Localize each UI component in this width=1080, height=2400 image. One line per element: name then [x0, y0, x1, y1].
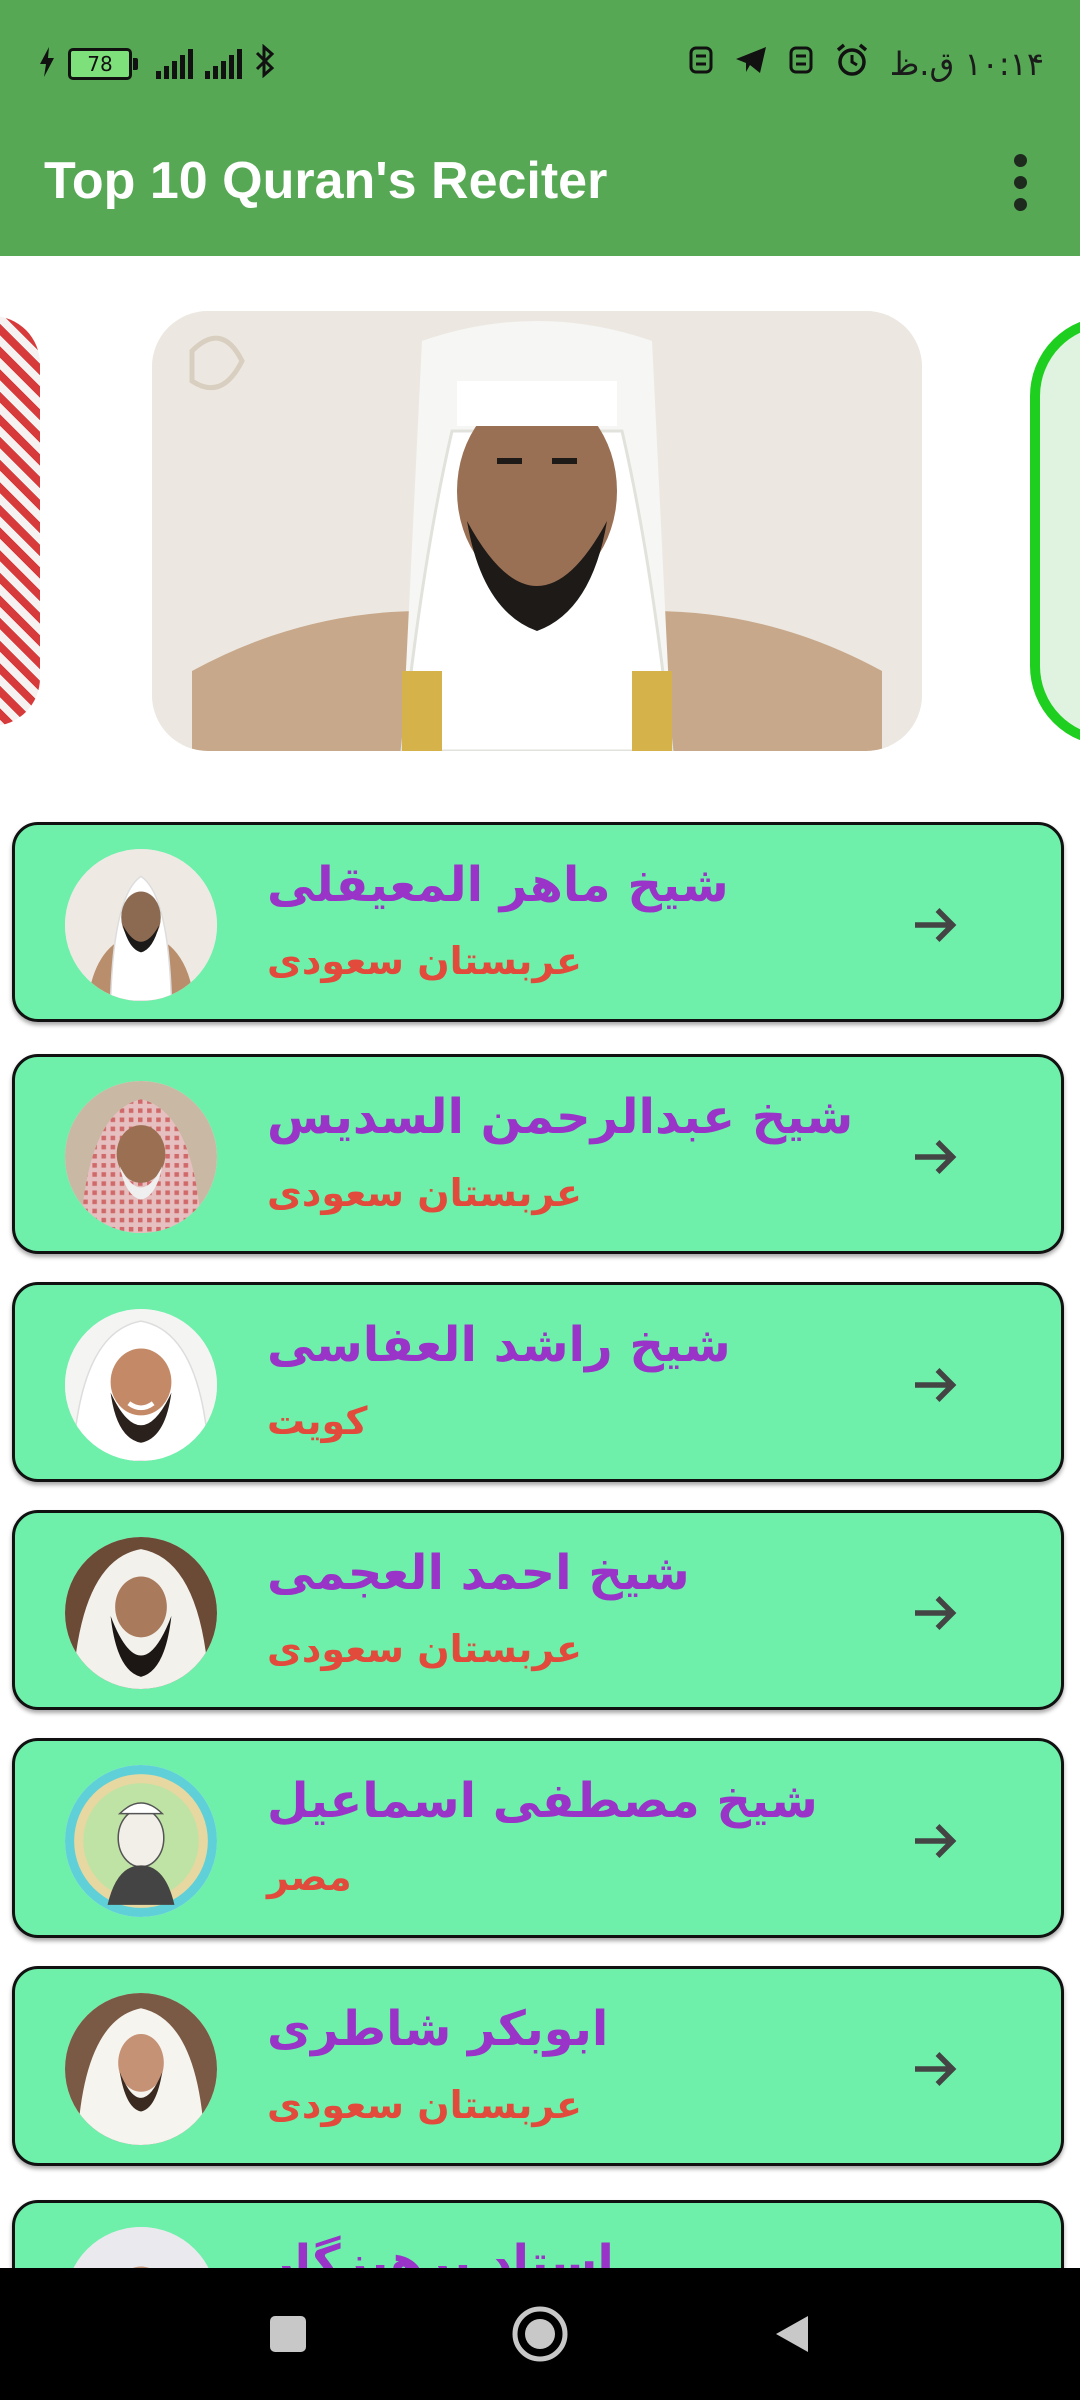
- reciter-avatar: [65, 849, 217, 1001]
- system-navigation-bar: [0, 2268, 1080, 2400]
- battery-icon: 78: [68, 48, 138, 80]
- reciter-avatar: [65, 1993, 217, 2145]
- reciter-avatar: [65, 1765, 217, 1917]
- arrow-forward-icon[interactable]: [905, 1355, 965, 1415]
- more-vert-icon[interactable]: [992, 144, 1048, 220]
- reciter-country: کویت: [267, 1399, 368, 1443]
- battery-level: 78: [87, 52, 113, 76]
- carousel-slide-current[interactable]: [152, 311, 922, 751]
- reciter-country: عربستان سعودی: [267, 2083, 582, 2127]
- reciter-avatar: [65, 1309, 217, 1461]
- image-carousel[interactable]: [0, 256, 1080, 776]
- arrow-forward-icon[interactable]: [905, 1811, 965, 1871]
- reciter-country: عربستان سعودی: [267, 939, 582, 983]
- app-title: Top 10 Quran's Reciter: [44, 152, 608, 210]
- reciter-card[interactable]: ابوبکر شاطری عربستان سعودی: [12, 1966, 1064, 2166]
- carousel-slide-next[interactable]: [1030, 316, 1080, 746]
- reciter-card[interactable]: شیخ راشد العفاسی کویت: [12, 1282, 1064, 1482]
- status-left: 78: [38, 43, 276, 84]
- vpn-icon: [788, 45, 814, 83]
- reciter-avatar: [65, 1081, 217, 1233]
- reciter-country: عربستان سعودی: [267, 1171, 582, 1215]
- app-bar: Top 10 Quran's Reciter: [0, 128, 1080, 256]
- status-bar: 78 ۱۰:۱۴ ق.ظ: [0, 0, 1080, 128]
- reciter-country: مصر: [267, 1855, 352, 1899]
- telegram-icon: [734, 45, 768, 83]
- reciter-name: ابوبکر شاطری: [267, 2001, 609, 2057]
- arrow-forward-icon[interactable]: [905, 895, 965, 955]
- charging-icon: [38, 47, 56, 81]
- signal-icon: [205, 49, 242, 79]
- reciter-card[interactable]: شیخ عبدالرحمن السدیس عربستان سعودی: [12, 1054, 1064, 1254]
- reciter-name: شیخ مصطفی اسماعیل: [267, 1773, 818, 1829]
- arrow-forward-icon[interactable]: [905, 1583, 965, 1643]
- alarm-icon: [834, 42, 870, 86]
- signal-icon: [156, 49, 193, 79]
- status-right: ۱۰:۱۴ ق.ظ: [688, 42, 1044, 86]
- back-icon[interactable]: [756, 2298, 828, 2370]
- reciter-name: شیخ ماهر المعیقلی: [267, 857, 729, 913]
- home-icon[interactable]: [504, 2298, 576, 2370]
- reciter-card[interactable]: شیخ مصطفی اسماعیل مصر: [12, 1738, 1064, 1938]
- reciter-avatar: [65, 1537, 217, 1689]
- reciter-card[interactable]: شیخ احمد العجمی عربستان سعودی: [12, 1510, 1064, 1710]
- reciter-name: شیخ عبدالرحمن السدیس: [267, 1089, 854, 1145]
- bluetooth-icon: [254, 43, 276, 84]
- reciter-photo: [152, 311, 922, 751]
- reciter-name: شیخ راشد العفاسی: [267, 1317, 731, 1373]
- vpn-icon: [688, 45, 714, 83]
- arrow-forward-icon[interactable]: [905, 2039, 965, 2099]
- carousel-slide-previous[interactable]: [0, 316, 40, 726]
- clock: ۱۰:۱۴ ق.ظ: [889, 45, 1044, 83]
- reciter-country: عربستان سعودی: [267, 1627, 582, 1671]
- recent-apps-icon[interactable]: [252, 2298, 324, 2370]
- reciter-name: شیخ احمد العجمی: [267, 1545, 690, 1601]
- reciter-card[interactable]: شیخ ماهر المعیقلی عربستان سعودی: [12, 822, 1064, 1022]
- arrow-forward-icon[interactable]: [905, 1127, 965, 1187]
